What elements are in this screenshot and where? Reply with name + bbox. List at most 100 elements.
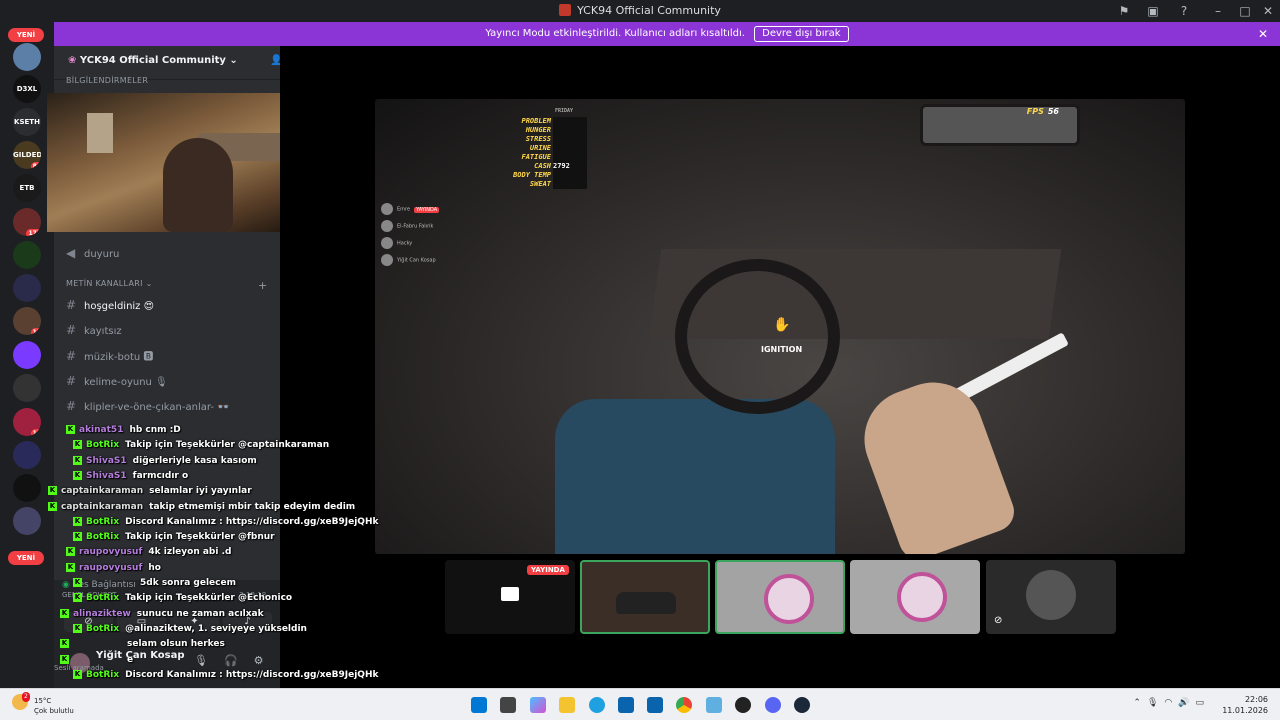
store-icon[interactable]	[618, 697, 634, 713]
server-icon-8[interactable]: 13	[13, 307, 41, 335]
server-icon-10[interactable]	[13, 374, 41, 402]
recording-app-icon[interactable]	[735, 697, 751, 713]
new-pill-top[interactable]: YENİ	[8, 28, 44, 42]
kick-icon: K	[73, 578, 82, 587]
stream-thumbnail-4[interactable]	[850, 560, 980, 634]
server-icon-6[interactable]	[13, 241, 41, 269]
stream-thumbnail-3[interactable]	[715, 560, 845, 634]
server-icon-5[interactable]: 177	[13, 208, 41, 236]
avatar	[381, 254, 393, 266]
fps-counter: FPS 56	[1026, 107, 1059, 116]
channel-kelime-oyunu[interactable]: # kelime-oyunu 🎙	[66, 374, 168, 388]
channel-kayitsiz[interactable]: # kayıtsız	[66, 323, 122, 337]
chat-message: K ShivaS1 farmcıdır o	[73, 470, 188, 485]
channel-label: kayıtsız	[84, 326, 122, 337]
streamer-mode-banner: Yayıncı Modu etkinleştirildi. Kullanıcı …	[54, 22, 1280, 46]
kick-icon: K	[73, 516, 82, 526]
help-icon[interactable]: ?	[1176, 3, 1192, 19]
headphones-icon[interactable]: 🎧	[224, 654, 254, 667]
server-icon-13[interactable]	[13, 474, 41, 502]
microphone-icon[interactable]: 🎙	[194, 654, 224, 667]
kick-icon: K	[73, 532, 82, 542]
hud-row: PROBLEM	[493, 117, 587, 126]
hand-cursor-icon: ✋	[773, 317, 791, 333]
stream-thumbnail-1[interactable]: YAYINDA	[445, 560, 575, 634]
streamer-webcam	[47, 93, 295, 232]
maximize-button[interactable]: □	[1237, 3, 1253, 19]
chat-username: BotRix	[86, 623, 120, 634]
game-stream-view[interactable]: FRIDAY PROBLEM HUNGER STRESS URINE FATIGUE CA…	[375, 99, 1185, 554]
start-icon[interactable]	[471, 697, 487, 713]
kick-icon: K	[73, 669, 82, 679]
date-text: 11.01.2026	[1222, 706, 1268, 715]
file-explorer-icon[interactable]	[559, 697, 575, 713]
system-tray[interactable]: ⌃🎙◠🔊▭	[1133, 698, 1210, 708]
chat-message: Kcaptainkaraman selamlar iyi yayınlar	[48, 486, 252, 500]
chat-text: Takip için Teşekkürler @Echonico	[125, 593, 293, 604]
chat-username: ShivaS1	[86, 455, 127, 466]
category-text-channels[interactable]: METİN KANALLARI ⌄ +	[66, 279, 267, 292]
server-icon-1[interactable]: D3XL	[13, 75, 41, 103]
kick-icon: K	[73, 440, 82, 450]
channel-klipler[interactable]: # klipler-ve-öne-çıkan-anlar- 👓	[66, 399, 230, 413]
chrome-icon[interactable]	[676, 697, 692, 713]
user-avatar	[1026, 570, 1076, 620]
chat-message: Kalinaziktew sunucu ne zaman acılxak	[60, 608, 264, 623]
chat-message: K BotRix Discord Kanalımız : https://disco…	[73, 669, 378, 684]
hud-row: STRESS	[493, 135, 587, 144]
chat-text: Takip için Teşekkürler @captainkaraman	[125, 440, 330, 451]
mention-badge: 177	[26, 229, 41, 236]
discord-icon[interactable]	[765, 697, 781, 713]
in-game-voice-overlay: Emre YAYINDA El-Fabru Falırik Hacky Yiğit Ca…	[381, 203, 440, 271]
gear-icon[interactable]: ⚙	[254, 654, 280, 667]
close-banner-icon[interactable]: ✕	[1258, 22, 1268, 46]
copilot-icon[interactable]	[530, 697, 546, 713]
server-icon-7[interactable]	[13, 274, 41, 302]
avatar	[381, 237, 393, 249]
server-icon-3[interactable]: GILDED 82	[13, 141, 41, 169]
channel-hosgeldiniz[interactable]: # hoşgeldiniz 😍	[66, 298, 154, 312]
server-icon-9[interactable]	[13, 341, 41, 369]
outlook-icon[interactable]	[647, 697, 663, 713]
server-icon-14[interactable]	[13, 507, 41, 535]
chat-message: K BotRix Takip için Teşekkürler @fbnur	[73, 532, 275, 546]
close-window-button[interactable]: ✕	[1260, 3, 1276, 19]
server-icon-0[interactable]	[13, 43, 41, 71]
minimize-button[interactable]: –	[1210, 3, 1226, 19]
hud-bar	[553, 153, 587, 162]
flag-icon[interactable]: ⚑	[1116, 3, 1132, 19]
server-icon-4[interactable]: ETB	[13, 174, 41, 202]
server-header[interactable]: ❀ YCK94 Official Community ⌄ 👤	[54, 46, 282, 80]
kick-icon: K	[60, 608, 69, 618]
server-icon-11[interactable]: 13	[13, 408, 41, 436]
chat-message: Kakinat51 hb cnm :D	[66, 425, 181, 439]
hash-icon: #	[66, 298, 77, 312]
steam-icon[interactable]	[794, 697, 810, 713]
chat-message: K 5dk sonra gelecem	[73, 578, 236, 592]
chat-username: alinaziktew	[73, 608, 131, 619]
server-icon-2[interactable]: KSETH	[13, 108, 41, 136]
webcam-person	[163, 138, 233, 232]
chat-username: captainkaraman	[61, 501, 144, 512]
new-pill-bottom[interactable]: YENİ	[8, 551, 44, 565]
stream-thumbnail-2[interactable]	[580, 560, 710, 634]
kick-icon: K	[48, 501, 57, 511]
clock[interactable]: 22:06 11.01.2026	[1222, 694, 1268, 716]
chat-username: BotRix	[86, 516, 120, 527]
add-channel-icon[interactable]: +	[258, 279, 268, 292]
chat-text: takip etmemişi mbir takip edeyim dedim	[149, 501, 356, 512]
channel-duyuru[interactable]: ◀ duyuru	[66, 246, 119, 260]
network-app-icon[interactable]	[706, 697, 722, 713]
inbox-icon[interactable]: ▣	[1145, 3, 1161, 19]
edge-icon[interactable]	[589, 697, 605, 713]
weather-widget[interactable]: 2 15°C Çok bulutlu	[12, 692, 74, 715]
category-info[interactable]: BİLGİLENDİRMELER	[66, 76, 148, 85]
channel-muzik-botu[interactable]: # müzik-botu 🅱	[66, 348, 153, 363]
window-title: YCK94 Official Community	[0, 4, 1280, 17]
server-icon-12[interactable]	[13, 441, 41, 469]
search-icon[interactable]	[500, 697, 516, 713]
chat-text: selam olsun herkes	[127, 639, 225, 650]
disable-streamer-mode-button[interactable]: Devre dışı bırak	[754, 26, 849, 42]
chat-message: Kselam olsun herkes	[60, 639, 225, 653]
stream-thumbnail-5[interactable]: ⊘	[986, 560, 1116, 634]
